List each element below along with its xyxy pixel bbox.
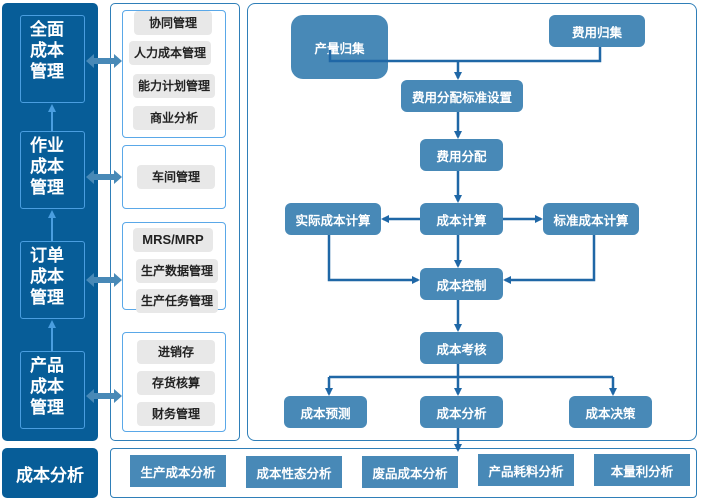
level-order-cost-management[interactable]: 订单 成本 管理 [20,241,85,319]
node-cost-assessment[interactable]: 成本考核 [420,332,503,364]
level-product-cost-management[interactable]: 产品 成本 管理 [20,351,85,429]
node-expense-collection[interactable]: 费用归集 [549,15,645,47]
node-cost-decision[interactable]: 成本决策 [569,396,652,428]
module-finance[interactable]: 财务管理 [137,402,215,426]
module-inventory-accounting[interactable]: 存货核算 [137,371,215,395]
module-production-tasks[interactable]: 生产任务管理 [136,289,218,313]
level-line: 全面 [30,20,64,40]
module-group-4: 进销存 存货核算 财务管理 [122,332,226,432]
module-inventory[interactable]: 进销存 [137,340,215,364]
node-expense-allocation[interactable]: 费用分配 [420,139,503,171]
level-line: 订单 [30,246,64,266]
analysis-material-consumption[interactable]: 产品耗料分析 [478,454,574,486]
node-cost-forecast[interactable]: 成本预测 [284,396,367,428]
node-cost-control[interactable]: 成本控制 [420,268,503,300]
analysis-cost-volume-profit[interactable]: 本量利分析 [594,454,690,486]
level-line: 成本 [30,377,64,397]
analysis-scrap-cost[interactable]: 废品成本分析 [362,456,458,488]
level-line: 管理 [30,178,64,198]
node-product-collection[interactable]: 产量归集 [291,15,388,79]
module-production-data[interactable]: 生产数据管理 [136,259,218,283]
analysis-production-cost[interactable]: 生产成本分析 [130,455,226,487]
module-capacity-planning[interactable]: 能力计划管理 [133,74,215,98]
module-group-2: 车间管理 [122,145,226,209]
node-cost-analysis[interactable]: 成本分析 [420,396,503,428]
level-total-cost-management[interactable]: 全面 成本 管理 [20,15,85,103]
module-mrs-mrp[interactable]: MRS/MRP [133,228,213,252]
node-allocation-standard[interactable]: 费用分配标准设置 [401,80,523,112]
cost-analysis-label: 成本分析 [2,448,98,498]
node-actual-cost-calc[interactable]: 实际成本计算 [285,203,381,235]
level-line: 成本 [30,267,64,287]
level-line: 管理 [30,398,64,418]
node-standard-cost-calc[interactable]: 标准成本计算 [543,203,639,235]
module-collaboration[interactable]: 协同管理 [134,11,212,35]
analysis-cost-behavior[interactable]: 成本性态分析 [246,456,342,488]
level-line: 成本 [30,157,64,177]
level-activity-cost-management[interactable]: 作业 成本 管理 [20,131,85,209]
node-cost-calc[interactable]: 成本计算 [420,203,503,235]
level-line: 管理 [30,288,64,308]
level-line: 作业 [30,136,64,156]
module-business-analysis[interactable]: 商业分析 [133,106,215,130]
level-line: 管理 [30,62,64,82]
module-workshop[interactable]: 车间管理 [137,165,215,189]
module-group-3: MRS/MRP 生产数据管理 生产任务管理 [122,222,226,313]
level-line: 成本 [30,41,64,61]
module-hr-cost[interactable]: 人力成本管理 [129,41,211,65]
level-line: 产品 [30,356,64,376]
module-group-1: 协同管理 人力成本管理 能力计划管理 商业分析 [122,10,226,138]
